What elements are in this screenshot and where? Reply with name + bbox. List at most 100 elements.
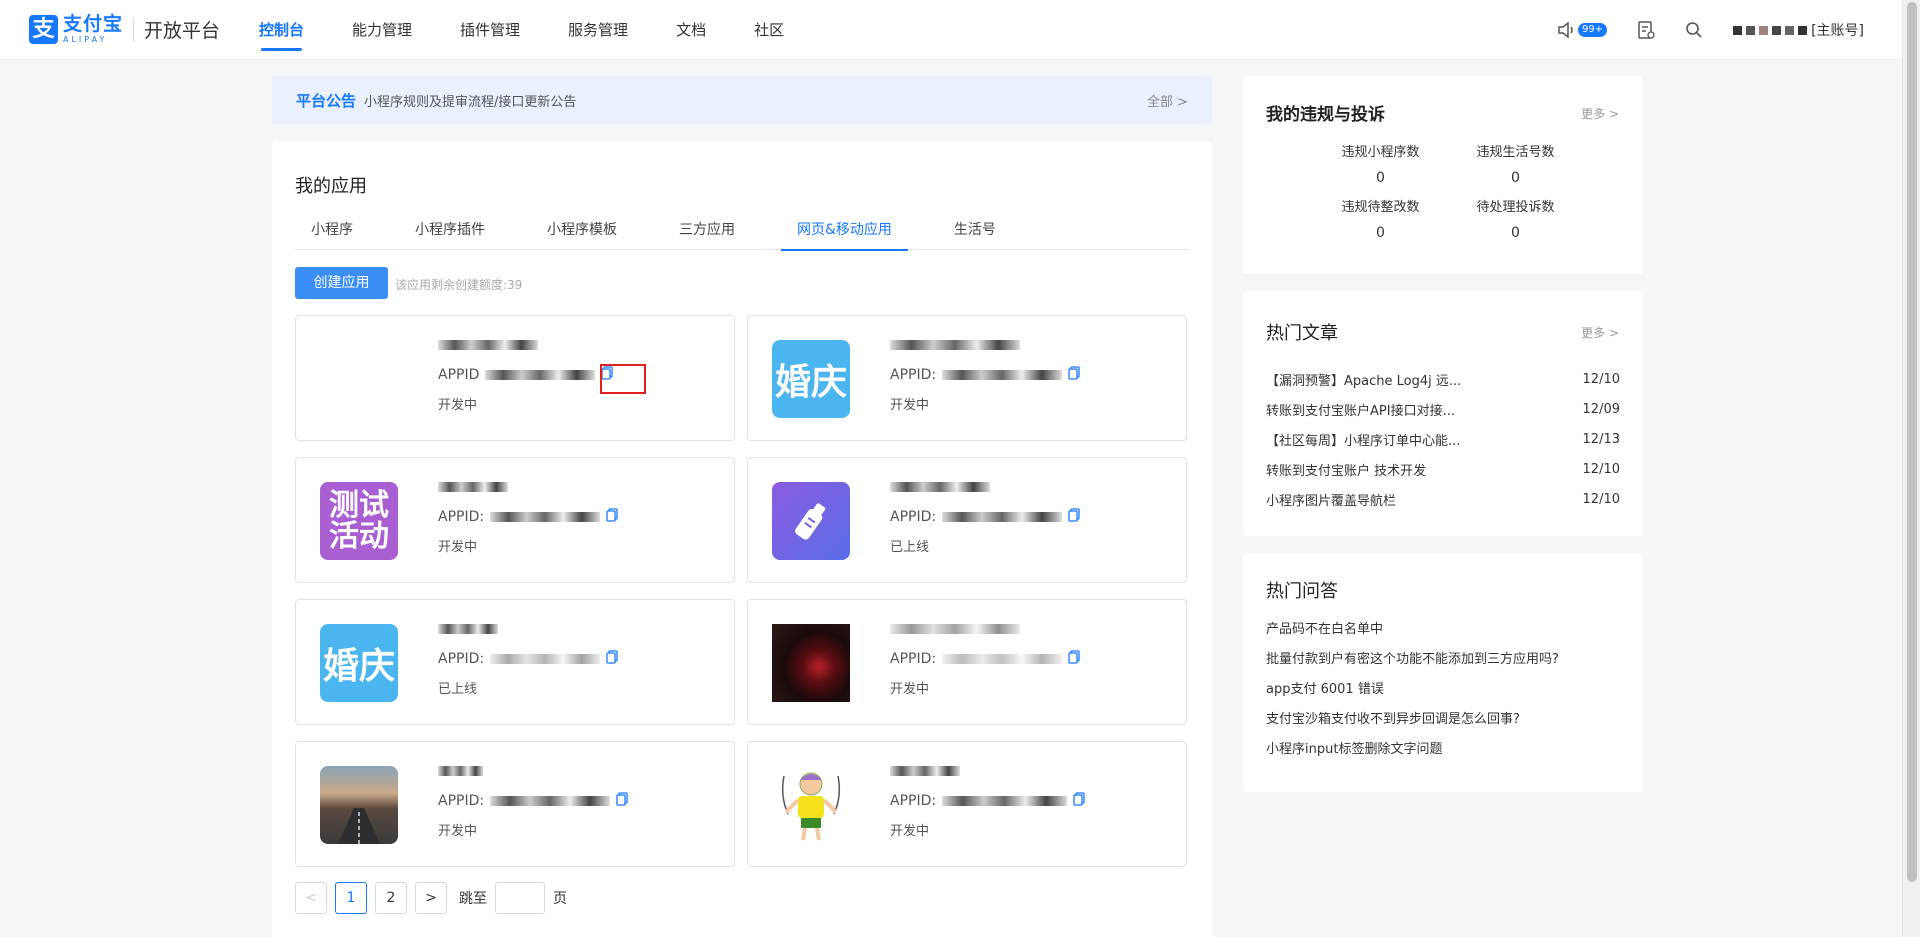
qa-item[interactable]: app支付 6001 错误 — [1266, 675, 1620, 705]
nav-console[interactable]: 控制台 — [259, 0, 304, 60]
document-button[interactable] — [1637, 20, 1655, 40]
copy-icon[interactable] — [616, 792, 628, 810]
page-scrollbar[interactable] — [1902, 0, 1920, 937]
nav-right: 99+ [主账号] — [1557, 0, 1864, 60]
quota-text: 该应用剩余创建额度:39 — [395, 278, 523, 292]
announcement-all-link[interactable]: 全部 > — [1147, 91, 1188, 110]
top-navigation: 支 支付宝 ALIPAY 开放平台 控制台 能力管理 插件管理 服务管理 文档 … — [0, 0, 1902, 60]
account-menu[interactable]: [主账号] — [1733, 20, 1864, 40]
appid-value — [942, 512, 1063, 522]
violation-stats: 违规小程序数 0 违规生活号数 0 违规待整改数 0 待处理投诉数 0 — [1313, 141, 1583, 241]
nav-plugin[interactable]: 插件管理 — [460, 0, 520, 60]
article-list: 【漏洞预警】Apache Log4j 远... 12/10 转账到支付宝账户API… — [1266, 364, 1620, 514]
blurred-avatar — [1733, 25, 1743, 35]
nav-community[interactable]: 社区 — [754, 0, 784, 60]
highlight-box — [600, 364, 646, 394]
article-item[interactable]: 转账到支付宝账户API接口对接... 12/09 — [1266, 394, 1620, 424]
appid-value — [490, 512, 601, 522]
stat-violation-life-account[interactable]: 违规生活号数 0 — [1448, 141, 1583, 186]
app-icon-cartoon — [772, 766, 850, 844]
app-icon-road — [320, 766, 398, 844]
appid-label: APPID: — [890, 793, 937, 809]
app-card[interactable]: 测试活动 APPID: 开发中 — [295, 457, 735, 583]
create-app-button[interactable]: 创建应用 — [295, 267, 388, 299]
app-card[interactable]: APPID: 已上线 — [747, 457, 1187, 583]
app-name — [890, 338, 1020, 358]
tab-life-account[interactable]: 生活号 — [938, 211, 1012, 250]
appid-label: APPID: — [890, 509, 937, 525]
logo-cn-text: 支付宝 — [63, 13, 124, 35]
app-card[interactable]: APPID 开发中 — [295, 315, 735, 441]
scrollbar-thumb[interactable] — [1907, 2, 1917, 882]
app-status: 开发中 — [890, 682, 930, 697]
violations-title: 我的违规与投诉 — [1266, 105, 1385, 125]
qa-item[interactable]: 小程序input标签删除文字问题 — [1266, 735, 1620, 765]
app-card[interactable]: 婚庆 APPID: 开发中 — [747, 315, 1187, 441]
my-apps-panel: 我的应用 小程序 小程序插件 小程序模板 三方应用 网页&移动应用 生活号 创建… — [272, 141, 1212, 937]
app-name — [438, 622, 498, 642]
app-status: 开发中 — [438, 398, 478, 413]
qa-item[interactable]: 批量付款到户有密这个功能不能添加到三方应用吗? — [1266, 645, 1620, 675]
copy-icon[interactable] — [1068, 366, 1080, 384]
search-icon — [1686, 22, 1702, 38]
my-apps-title: 我的应用 — [295, 176, 367, 197]
violations-panel: 我的违规与投诉 更多 > 违规小程序数 0 违规生活号数 0 违规待整改数 0 待处理… — [1243, 76, 1643, 274]
pagination: < 1 2 > 跳至 页 — [295, 882, 567, 914]
page-2-button[interactable]: 2 — [375, 882, 407, 914]
copy-icon[interactable] — [1068, 650, 1080, 668]
article-item[interactable]: 【漏洞预警】Apache Log4j 远... 12/10 — [1266, 364, 1620, 394]
page-unit-label: 页 — [553, 891, 567, 907]
alipay-logo[interactable]: 支 支付宝 ALIPAY 开放平台 — [29, 15, 220, 44]
app-name — [890, 480, 990, 500]
appid-value — [485, 370, 596, 380]
qa-item[interactable]: 产品码不在白名单中 — [1266, 615, 1620, 645]
app-card[interactable]: APPID: 开发中 — [747, 741, 1187, 867]
app-icon-lips — [772, 624, 850, 702]
appid-label: APPID: — [438, 793, 485, 809]
app-status: 开发中 — [438, 824, 478, 839]
app-icon-test-activity: 测试活动 — [320, 482, 398, 560]
copy-icon[interactable] — [1073, 792, 1085, 810]
nav-capability[interactable]: 能力管理 — [352, 0, 412, 60]
copy-icon[interactable] — [606, 508, 618, 526]
announcement-title: 平台公告 — [296, 91, 357, 110]
copy-icon[interactable] — [1068, 508, 1080, 526]
tab-third-party[interactable]: 三方应用 — [663, 211, 751, 250]
page-1-button[interactable]: 1 — [335, 882, 367, 914]
tab-web-mobile[interactable]: 网页&移动应用 — [781, 211, 908, 251]
stat-violation-pending[interactable]: 违规待整改数 0 — [1313, 196, 1448, 241]
qa-item[interactable]: 支付宝沙箱支付收不到异步回调是怎么回事? — [1266, 705, 1620, 735]
hot-qa-panel: 热门问答 产品码不在白名单中 批量付款到户有密这个功能不能添加到三方应用吗? a… — [1243, 553, 1643, 792]
tab-mini-program-template[interactable]: 小程序模板 — [531, 211, 633, 250]
app-icon-wedding: 婚庆 — [320, 624, 398, 702]
notification-button[interactable]: 99+ — [1557, 21, 1608, 39]
appid-value — [942, 654, 1063, 664]
tab-mini-program[interactable]: 小程序 — [295, 211, 369, 250]
app-name — [438, 480, 508, 500]
hot-articles-more-link[interactable]: 更多 > — [1581, 324, 1619, 341]
announcement-link[interactable]: 小程序规则及提审流程/接口更新公告 — [364, 91, 576, 110]
appid-label: APPID: — [438, 509, 485, 525]
hot-articles-title: 热门文章 — [1266, 323, 1338, 344]
article-item[interactable]: 转账到支付宝账户 技术开发 12/10 — [1266, 454, 1620, 484]
app-card[interactable]: APPID: 开发中 — [747, 599, 1187, 725]
app-card[interactable]: APPID: 开发中 — [295, 741, 735, 867]
article-item[interactable]: 【社区每周】小程序订单中心能... 12/13 — [1266, 424, 1620, 454]
violations-more-link[interactable]: 更多 > — [1581, 105, 1619, 122]
prev-page-button[interactable]: < — [295, 882, 327, 914]
search-button[interactable] — [1685, 21, 1703, 39]
next-page-button[interactable]: > — [415, 882, 447, 914]
nav-service[interactable]: 服务管理 — [568, 0, 628, 60]
article-item[interactable]: 小程序图片覆盖导航栏 12/10 — [1266, 484, 1620, 514]
app-name — [890, 764, 960, 784]
jump-page-input[interactable] — [495, 882, 545, 914]
app-icon-bottle — [772, 482, 850, 560]
app-card[interactable]: 婚庆 APPID: 已上线 — [295, 599, 735, 725]
stat-violation-miniprogram[interactable]: 违规小程序数 0 — [1313, 141, 1448, 186]
copy-icon[interactable] — [606, 650, 618, 668]
nav-docs[interactable]: 文档 — [676, 0, 706, 60]
tab-mini-program-plugin[interactable]: 小程序插件 — [399, 211, 501, 250]
notification-badge: 99+ — [1577, 23, 1608, 37]
appid-value — [490, 654, 601, 664]
stat-complaint-pending[interactable]: 待处理投诉数 0 — [1448, 196, 1583, 241]
